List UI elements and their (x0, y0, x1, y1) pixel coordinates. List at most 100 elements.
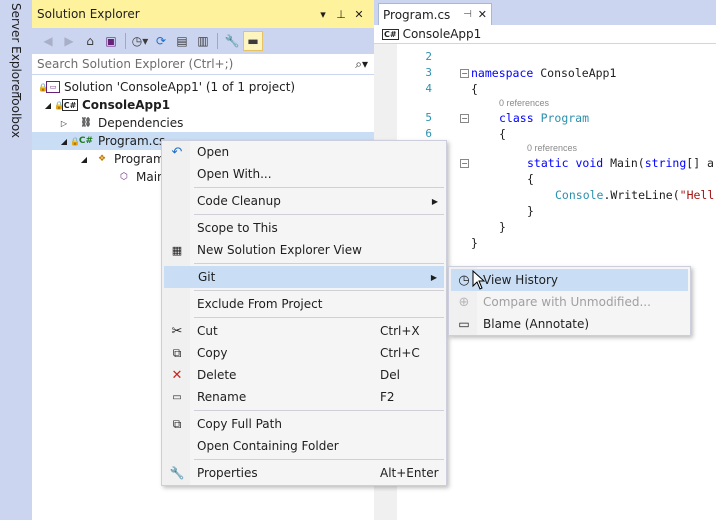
code-line-class[interactable]: class Program (499, 111, 589, 125)
menu-item-open-containing-folder[interactable]: Open Containing Folder (164, 435, 444, 457)
menu-item-scope-to-this[interactable]: Scope to This (164, 217, 444, 239)
project-dropdown[interactable]: ConsoleApp1 (403, 27, 482, 41)
menu-item-copy-full-path[interactable]: ⧉ Copy Full Path (164, 413, 444, 435)
menu-separator (194, 410, 444, 411)
menu-item-label: Properties (197, 466, 258, 480)
editor-navigation-bar[interactable]: C# ConsoleApp1 (374, 25, 716, 44)
collapse-class-icon[interactable]: − (460, 114, 469, 123)
code-line-brace[interactable]: { (499, 127, 506, 141)
menu-item-compare-with-unmodified[interactable]: ⊕ Compare with Unmodified... (451, 291, 688, 313)
menu-item-shortcut: Ctrl+X (380, 324, 420, 338)
editor-tab-strip: Program.cs ⊣ ✕ (374, 0, 716, 25)
menu-item-label: Cut (197, 324, 218, 338)
properties-wrench-icon[interactable]: 🔧 (222, 31, 242, 51)
new-view-icon: ▦ (171, 243, 183, 257)
submenu-arrow-icon: ▶ (431, 196, 438, 206)
menu-item-new-solution-explorer-view[interactable]: ▦ New Solution Explorer View (164, 239, 444, 261)
code-line-brace[interactable]: { (527, 172, 534, 186)
keyword: void (575, 156, 604, 170)
csharp-project-icon: C# (382, 28, 399, 40)
switch-views-icon[interactable]: ▣ (101, 31, 121, 51)
menu-separator (194, 317, 444, 318)
type-name: Console (555, 188, 604, 202)
solution-explorer-title: Solution Explorer (37, 7, 140, 21)
line-number: 6 (425, 127, 432, 140)
show-all-files-icon[interactable]: ▥ (193, 31, 213, 51)
menu-item-code-cleanup[interactable]: Code Cleanup ▶ (164, 190, 444, 212)
tool-window-strip: Server Explorer Toolbox (0, 0, 32, 520)
tab-program-cs[interactable]: Program.cs ⊣ ✕ (378, 3, 492, 25)
collapse-all-icon[interactable]: ▤ (172, 31, 192, 51)
code-line-brace[interactable]: } (527, 204, 534, 218)
tree-item-solution[interactable]: 🔒 ▭ Solution 'ConsoleApp1' (1 of 1 proje… (32, 78, 374, 96)
search-solution-explorer-input[interactable]: Search Solution Explorer (Ctrl+;) ⌕▾ (32, 53, 374, 75)
mouse-cursor-icon (472, 270, 486, 290)
lock-icon: 🔒 (38, 82, 48, 92)
pin-tab-icon[interactable]: ⊣ (463, 9, 472, 20)
codelens-references[interactable]: 0 references (499, 98, 549, 108)
code-line-brace[interactable]: } (499, 220, 506, 234)
open-arrow-icon: ↶ (171, 144, 183, 160)
tree-item-label: Program (114, 152, 165, 166)
menu-item-shortcut: Alt+Enter (380, 466, 439, 480)
code-line-namespace[interactable]: namespace ConsoleApp1 (471, 66, 616, 80)
forward-icon[interactable]: ▶ (59, 31, 79, 51)
menu-separator (194, 263, 444, 264)
code-line-brace[interactable]: } (471, 236, 478, 250)
delete-x-icon: ✕ (171, 367, 183, 383)
identifier: ConsoleApp1 (533, 66, 617, 80)
lock-icon: 🔒 (54, 100, 64, 110)
menu-item-open[interactable]: ↶ Open (164, 141, 444, 163)
compare-icon: ⊕ (458, 294, 470, 310)
menu-item-label: Scope to This (197, 221, 278, 235)
collapse-method-icon[interactable]: − (460, 159, 469, 168)
menu-item-blame-annotate[interactable]: ▭ Blame (Annotate) (451, 313, 688, 335)
menu-item-delete[interactable]: ✕ Delete Del (164, 364, 444, 386)
menu-item-rename[interactable]: ▭ Rename F2 (164, 386, 444, 408)
menu-item-git[interactable]: Git ▶ (164, 266, 444, 288)
code-line-brace[interactable]: { (471, 82, 478, 96)
home-icon[interactable]: ⌂ (80, 31, 100, 51)
back-icon[interactable]: ◀ (38, 31, 58, 51)
pending-changes-filter-icon[interactable]: ◷▾ (130, 31, 150, 51)
menu-item-view-history[interactable]: ◷ View History (451, 269, 688, 291)
server-explorer-tab[interactable]: Server Explorer (9, 3, 23, 96)
collapsed-arrow-icon[interactable]: ▷ (58, 119, 70, 128)
comment-icon: ▭ (458, 317, 470, 331)
identifier: Main( (603, 156, 645, 170)
sync-icon[interactable]: ⟳ (151, 31, 171, 51)
pin-icon[interactable]: ⊥ (332, 8, 350, 21)
window-position-dropdown-icon[interactable]: ▾ (314, 8, 332, 21)
line-number: 5 (425, 111, 432, 124)
expanded-arrow-icon[interactable]: ◢ (42, 101, 54, 110)
expanded-arrow-icon[interactable]: ◢ (78, 155, 90, 164)
menu-item-exclude-from-project[interactable]: Exclude From Project (164, 293, 444, 315)
tree-item-label: Solution 'ConsoleApp1' (1 of 1 project) (64, 80, 296, 94)
menu-item-label: Git (198, 270, 216, 284)
code-line-main[interactable]: static void Main(string[] a (527, 156, 714, 170)
menu-item-label: Open Containing Folder (197, 439, 339, 453)
tree-item-dependencies[interactable]: ▷ ⛓ Dependencies (32, 114, 374, 132)
menu-item-cut[interactable]: ✂ Cut Ctrl+X (164, 320, 444, 342)
menu-item-open-with[interactable]: Open With... (164, 163, 444, 185)
search-icon[interactable]: ⌕▾ (355, 57, 368, 72)
expanded-arrow-icon[interactable]: ◢ (58, 137, 70, 146)
solution-explorer-toolbar: ◀ ▶ ⌂ ▣ ◷▾ ⟳ ▤ ▥ 🔧 ▬ (32, 28, 374, 53)
menu-item-properties[interactable]: 🔧 Properties Alt+Enter (164, 462, 444, 484)
context-menu: ↶ Open Open With... Code Cleanup ▶ Scope… (161, 140, 447, 486)
code-line-writeline[interactable]: Console.WriteLine("Hell (555, 188, 714, 202)
menu-separator (194, 187, 444, 188)
close-icon[interactable]: ✕ (350, 8, 368, 21)
brace: } (527, 204, 534, 218)
menu-item-copy[interactable]: ⧉ Copy Ctrl+C (164, 342, 444, 364)
menu-item-label: Delete (197, 368, 237, 382)
toolbox-tab[interactable]: Toolbox (9, 93, 23, 138)
codelens-references[interactable]: 0 references (527, 143, 577, 153)
tree-item-project[interactable]: ◢ 🔒 C# ConsoleApp1 (32, 96, 374, 114)
close-tab-icon[interactable]: ✕ (478, 8, 487, 21)
string-literal: "Hell (679, 188, 715, 202)
line-number: 3 (425, 66, 432, 79)
menu-separator (194, 290, 444, 291)
preview-selected-icon[interactable]: ▬ (243, 30, 263, 51)
collapse-namespace-icon[interactable]: − (460, 69, 469, 78)
